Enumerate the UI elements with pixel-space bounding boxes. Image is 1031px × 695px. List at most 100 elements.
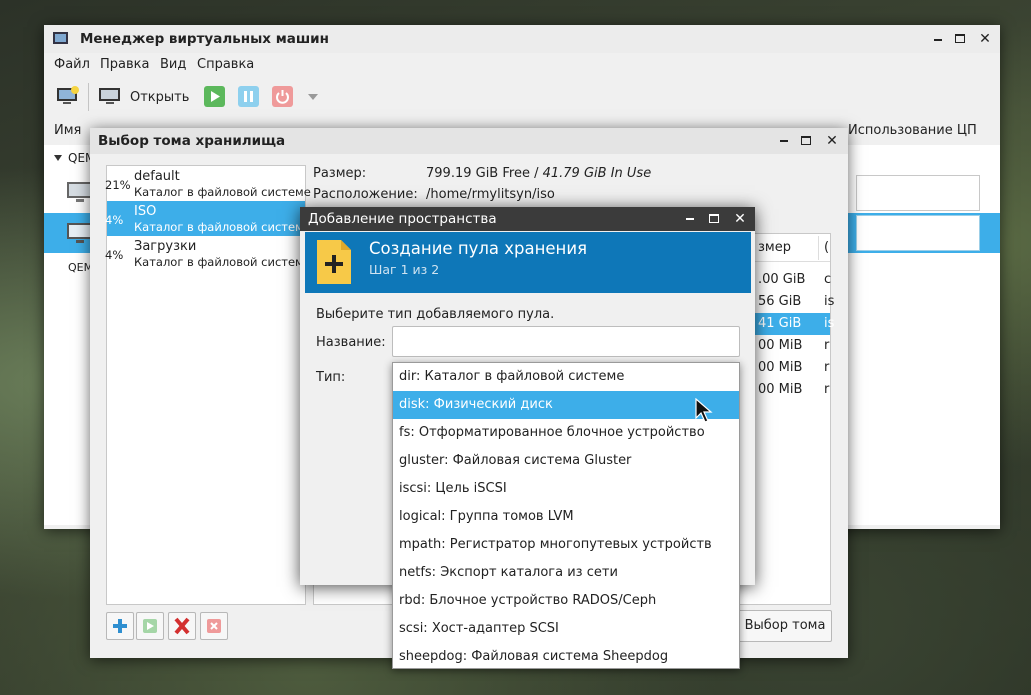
cpu-graph xyxy=(856,215,980,251)
maximize-button[interactable] xyxy=(955,34,965,43)
column-divider xyxy=(818,236,819,260)
menu-bar: Файл Правка Вид Справка xyxy=(44,53,1000,77)
pool-name-input[interactable] xyxy=(392,326,740,357)
option-rbd[interactable]: rbd: Блочное устройство RADOS/Ceph xyxy=(393,587,739,615)
minimize-button[interactable] xyxy=(686,210,694,220)
main-titlebar[interactable]: Менеджер виртуальных машин ✕ xyxy=(44,25,1000,53)
size-free: 799.19 GiB Free xyxy=(426,166,530,181)
volume-size: 41 GiB xyxy=(758,316,802,331)
cpu-graph xyxy=(856,175,980,211)
volume-format: r xyxy=(824,360,830,375)
maximize-button[interactable] xyxy=(709,214,719,223)
column-header-format[interactable]: ( xyxy=(824,240,829,255)
minimize-button[interactable] xyxy=(934,31,942,41)
toolbar-separator xyxy=(88,83,89,111)
volume-format: c xyxy=(824,272,832,287)
pool-type: Каталог в файловой системе xyxy=(134,220,311,234)
stop-pool-button[interactable] xyxy=(200,612,228,640)
add-pool-titlebar[interactable]: Добавление пространства ✕ xyxy=(300,207,755,231)
name-label: Название: xyxy=(316,335,386,350)
storage-dialog-title: Выбор тома хранилища xyxy=(98,133,286,149)
volume-size: 00 MiB xyxy=(758,338,803,353)
option-sheepdog[interactable]: sheepdog: Файловая система Sheepdog xyxy=(393,643,739,671)
menu-edit[interactable]: Правка xyxy=(100,57,149,72)
option-gluster[interactable]: gluster: Файловая система Gluster xyxy=(393,447,739,475)
pool-type-prompt: Выберите тип добавляемого пула. xyxy=(316,307,555,322)
wizard-banner: Создание пула хранения Шаг 1 из 2 xyxy=(305,232,751,293)
column-header-cpu[interactable]: Использование ЦП xyxy=(848,123,977,138)
pool-usage: 4% xyxy=(105,248,124,262)
option-mpath[interactable]: mpath: Регистратор многопутевых устройст… xyxy=(393,531,739,559)
stop-icon xyxy=(207,619,221,633)
pool-type: Каталог в файловой системе xyxy=(134,185,311,199)
size-separator: / xyxy=(529,166,543,181)
menu-help[interactable]: Справка xyxy=(197,57,254,72)
volume-format: r xyxy=(824,382,830,397)
option-iscsi[interactable]: iscsi: Цель iSCSI xyxy=(393,475,739,503)
main-window-title: Менеджер виртуальных машин xyxy=(80,31,329,47)
close-button[interactable]: ✕ xyxy=(824,133,840,149)
volume-format: is xyxy=(824,294,835,309)
pause-icon[interactable] xyxy=(238,86,259,107)
volume-format: r xyxy=(824,338,830,353)
pool-item[interactable]: 4% Загрузки Каталог в файловой системе xyxy=(105,236,311,271)
open-button[interactable]: Открыть xyxy=(130,90,189,105)
option-dir[interactable]: dir: Каталог в файловой системе xyxy=(393,363,739,391)
option-scsi[interactable]: scsi: Хост-адаптер SCSI xyxy=(393,615,739,643)
pool-usage: 21% xyxy=(105,178,131,192)
type-label: Тип: xyxy=(316,370,346,385)
size-value: 799.19 GiB Free / 41.79 GiB In Use xyxy=(426,166,651,181)
delete-icon xyxy=(174,617,190,635)
location-value: /home/rmylitsyn/iso xyxy=(426,187,555,202)
pool-type-dropdown[interactable]: dir: Каталог в файловой системе disk: Фи… xyxy=(392,362,740,669)
pool-usage: 4% xyxy=(105,213,124,227)
power-off-icon[interactable] xyxy=(272,86,293,107)
storage-titlebar[interactable]: Выбор тома хранилища ✕ xyxy=(90,128,848,154)
chevron-down-icon[interactable] xyxy=(308,94,318,100)
wizard-step: Шаг 1 из 2 xyxy=(369,262,440,277)
delete-pool-button[interactable] xyxy=(168,612,196,640)
menu-file[interactable]: Файл xyxy=(54,57,90,72)
pool-type: Каталог в файловой системе xyxy=(134,255,311,269)
pool-item[interactable]: 21% default Каталог в файловой системе xyxy=(105,166,311,201)
volume-size: .00 GiB xyxy=(758,272,806,287)
option-fs[interactable]: fs: Отформатированное блочное устройство xyxy=(393,419,739,447)
column-header-size[interactable]: змер xyxy=(758,240,791,255)
open-vm-icon[interactable] xyxy=(98,86,122,106)
column-header-name[interactable]: Имя xyxy=(54,123,81,138)
pool-list: 21% default Каталог в файловой системе 4… xyxy=(105,165,311,605)
pool-name: ISO xyxy=(134,204,157,219)
plus-icon xyxy=(113,619,127,633)
close-button[interactable]: ✕ xyxy=(732,211,748,227)
main-toolbar: Открыть xyxy=(44,77,1000,117)
volume-format: is xyxy=(824,316,835,331)
pool-name: Загрузки xyxy=(134,239,197,254)
add-pool-button[interactable] xyxy=(106,612,134,640)
choose-volume-button[interactable]: Выбор тома xyxy=(738,610,832,642)
volume-size: 00 MiB xyxy=(758,382,803,397)
menu-view[interactable]: Вид xyxy=(160,57,186,72)
app-monitor-icon xyxy=(53,32,68,44)
play-icon xyxy=(143,619,157,633)
option-disk[interactable]: disk: Физический диск xyxy=(393,391,739,419)
tree-expand-icon[interactable] xyxy=(54,155,62,161)
volume-size: 56 GiB xyxy=(758,294,802,309)
option-netfs[interactable]: netfs: Экспорт каталога из сети xyxy=(393,559,739,587)
pool-item-selected[interactable]: 4% ISO Каталог в файловой системе xyxy=(105,201,311,236)
new-vm-icon[interactable] xyxy=(56,86,80,106)
mouse-cursor-icon xyxy=(695,397,713,424)
volume-size: 00 MiB xyxy=(758,360,803,375)
size-in-use: 41.79 GiB In Use xyxy=(542,166,652,181)
run-icon[interactable] xyxy=(204,86,225,107)
pool-name: default xyxy=(134,169,180,184)
wizard-title: Создание пула хранения xyxy=(369,239,587,258)
close-button[interactable]: ✕ xyxy=(977,31,993,47)
size-label: Размер: xyxy=(313,166,367,181)
new-storage-icon xyxy=(315,238,353,286)
start-pool-button[interactable] xyxy=(136,612,164,640)
location-label: Расположение: xyxy=(313,187,418,202)
add-pool-dialog-title: Добавление пространства xyxy=(308,211,497,227)
option-logical[interactable]: logical: Группа томов LVM xyxy=(393,503,739,531)
maximize-button[interactable] xyxy=(801,136,811,145)
minimize-button[interactable] xyxy=(780,132,788,142)
